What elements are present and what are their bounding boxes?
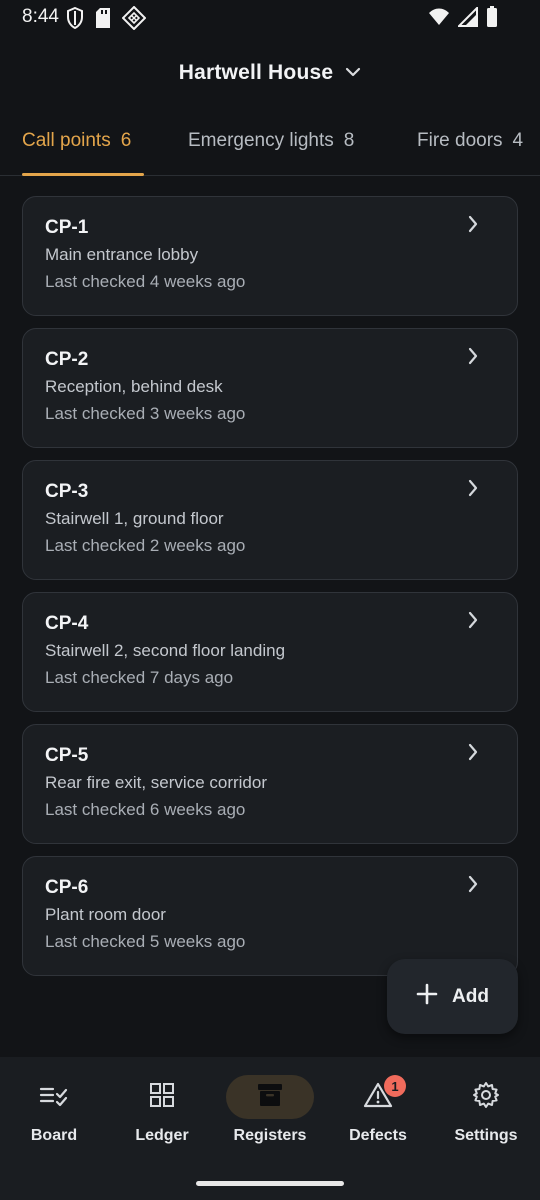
add-button-label: Add: [452, 985, 489, 1007]
item-location: Rear fire exit, service corridor: [45, 773, 268, 792]
item-id: CP-4: [45, 613, 89, 634]
item-last-checked: Last checked 5 weeks ago: [45, 932, 246, 951]
nav-icon-container: [442, 1075, 530, 1119]
item-last-checked: Last checked 6 weeks ago: [45, 800, 246, 819]
nav-label: Settings: [454, 1127, 518, 1144]
shield-icon: [66, 7, 84, 29]
item-id: CP-6: [45, 877, 89, 898]
tab-count: 8: [343, 130, 355, 151]
item-last-checked: Last checked 7 days ago: [45, 668, 234, 687]
item-id: CP-2: [45, 349, 89, 370]
nav-label: Board: [30, 1127, 78, 1144]
item-location: Stairwell 1, ground floor: [45, 509, 224, 528]
status-bar: 8:44: [0, 0, 540, 36]
archive-box-icon: [257, 1082, 283, 1113]
nav-item-settings[interactable]: Settings: [432, 1075, 540, 1155]
nav-icon-container: [226, 1075, 314, 1119]
nav-item-registers[interactable]: Registers: [216, 1075, 324, 1155]
nav-label: Defects: [349, 1127, 407, 1144]
plus-icon: [416, 983, 438, 1010]
chevron-right-icon: [467, 347, 479, 370]
active-tab-indicator: [22, 173, 144, 176]
chevron-right-icon: [467, 611, 479, 634]
tab-fire-doors[interactable]: Fire doors 4: [417, 130, 540, 176]
tab-count: 4: [512, 130, 524, 151]
nav-item-defects[interactable]: 1 Defects: [324, 1075, 432, 1155]
nav-label: Registers: [233, 1127, 307, 1144]
list-item[interactable]: CP-3 Stairwell 1, ground floor Last chec…: [22, 460, 518, 580]
status-time: 8:44: [22, 6, 59, 27]
register-tabs: Call points 6 Emergency lights 8 Fire do…: [0, 118, 540, 176]
sd-card-icon: [94, 7, 112, 29]
item-id: CP-5: [45, 745, 89, 766]
nav-icon-container: [10, 1075, 98, 1119]
gear-icon: [472, 1081, 500, 1114]
chevron-down-icon: [345, 64, 361, 82]
item-location: Reception, behind desk: [45, 377, 223, 396]
wifi-icon: [428, 7, 450, 27]
item-location: Main entrance lobby: [45, 245, 199, 264]
screen: 8:44 Hartwell House Call points 6 Emerge…: [0, 0, 540, 1200]
grid-icon: [149, 1082, 175, 1113]
tab-emergency-lights[interactable]: Emergency lights 8: [188, 130, 354, 176]
nav-item-ledger[interactable]: Ledger: [108, 1075, 216, 1155]
chevron-right-icon: [467, 743, 479, 766]
item-id: CP-1: [45, 217, 89, 238]
chevron-right-icon: [467, 479, 479, 502]
list-item[interactable]: CP-5 Rear fire exit, service corridor La…: [22, 724, 518, 844]
nav-icon-container: [118, 1075, 206, 1119]
chevron-right-icon: [467, 215, 479, 238]
tab-label: Emergency lights: [188, 130, 334, 151]
list-item[interactable]: CP-1 Main entrance lobby Last checked 4 …: [22, 196, 518, 316]
nav-label: Ledger: [135, 1127, 189, 1144]
tab-count: 6: [120, 130, 132, 151]
item-last-checked: Last checked 4 weeks ago: [45, 272, 246, 291]
chevron-right-icon: [467, 875, 479, 898]
nav-icon-container: [334, 1075, 422, 1119]
item-location: Stairwell 2, second floor landing: [45, 641, 286, 660]
item-id: CP-3: [45, 481, 89, 502]
add-button[interactable]: Add: [387, 959, 518, 1034]
diamond-grid-icon: [122, 6, 146, 30]
defects-badge: 1: [384, 1075, 406, 1097]
item-last-checked: Last checked 2 weeks ago: [45, 536, 246, 555]
home-indicator[interactable]: [196, 1181, 344, 1186]
bottom-navigation: Board Ledger Registers 1 Defects Setting…: [0, 1057, 540, 1200]
page-title: Hartwell House: [178, 61, 334, 84]
checklist-icon: [39, 1083, 69, 1112]
site-selector[interactable]: Hartwell House: [0, 52, 540, 94]
status-left-icons: [66, 6, 146, 30]
signal-icon: [458, 7, 478, 27]
tab-label: Fire doors: [417, 130, 503, 151]
status-right-icons: [428, 6, 498, 28]
list-item[interactable]: CP-6 Plant room door Last checked 5 week…: [22, 856, 518, 976]
tab-label: Call points: [22, 130, 111, 151]
nav-item-board[interactable]: Board: [0, 1075, 108, 1155]
tab-call-points[interactable]: Call points 6: [22, 130, 131, 176]
item-location: Plant room door: [45, 905, 166, 924]
battery-icon: [486, 6, 498, 28]
list-item[interactable]: CP-4 Stairwell 2, second floor landing L…: [22, 592, 518, 712]
item-last-checked: Last checked 3 weeks ago: [45, 404, 246, 423]
list-item[interactable]: CP-2 Reception, behind desk Last checked…: [22, 328, 518, 448]
